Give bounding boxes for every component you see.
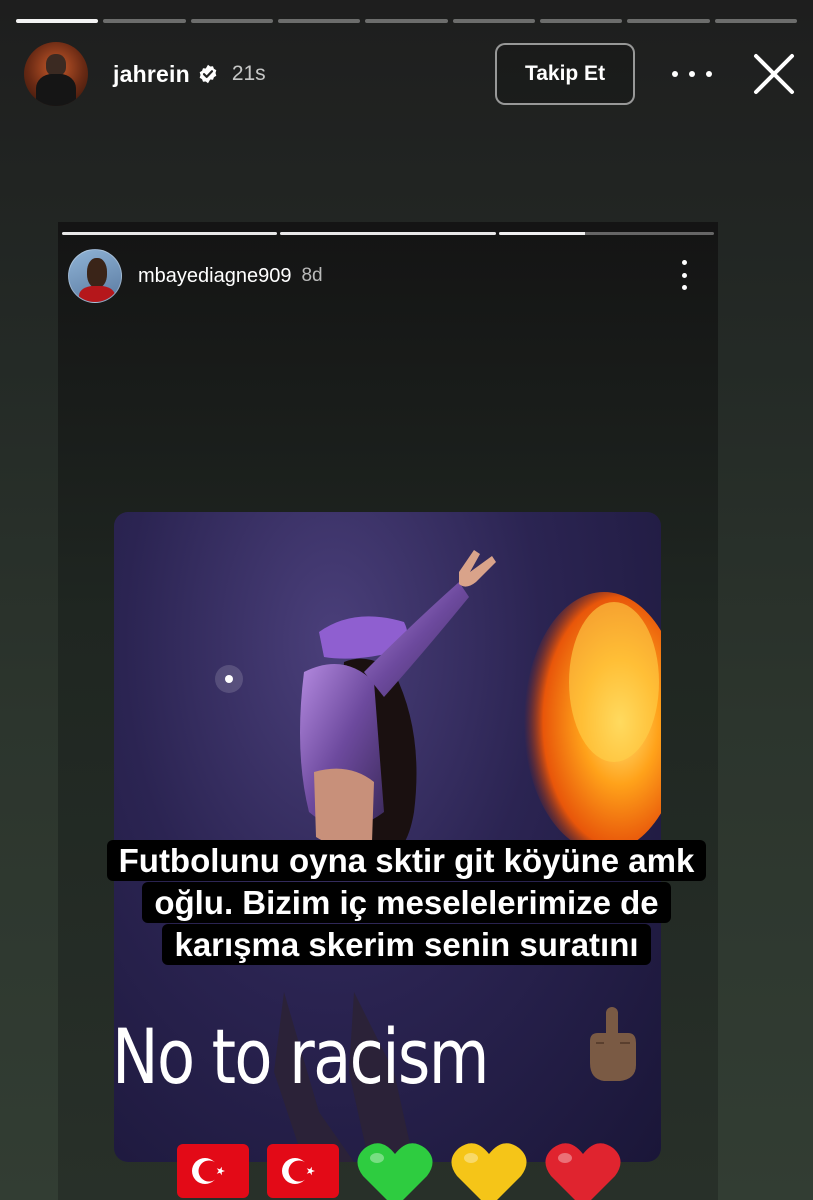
avatar[interactable]	[68, 249, 122, 303]
progress-segment	[190, 19, 273, 23]
turkey-flag-emoji	[177, 1144, 249, 1198]
progress-segment	[627, 19, 710, 23]
reshared-progress-bar	[62, 232, 714, 235]
progress-segment	[365, 19, 448, 23]
story-header: jahrein 21s Takip Et	[24, 40, 795, 108]
caption-line: oğlu. Bizim iç meselelerimize de	[142, 881, 671, 923]
username[interactable]: jahrein	[113, 61, 190, 88]
progress-segment	[103, 19, 186, 23]
green-heart-emoji	[357, 1143, 433, 1200]
yellow-heart-emoji	[451, 1143, 527, 1200]
reshared-header: mbayediagne909 8d	[68, 248, 708, 304]
progress-segment	[277, 19, 361, 23]
reshared-time: 8d	[301, 265, 323, 286]
avatar[interactable]	[24, 42, 88, 106]
red-heart-emoji	[545, 1143, 621, 1200]
middle-finger-emoji	[582, 1003, 642, 1083]
progress-segment	[280, 232, 496, 235]
progress-segment	[452, 19, 535, 23]
caption-line: Futbolunu oyna sktir git köyüne amk	[106, 840, 707, 881]
caption-line: karışma skerim senin suratını	[162, 923, 651, 965]
progress-segment	[16, 19, 99, 23]
reshared-username[interactable]: mbayediagne909	[138, 265, 291, 288]
more-horizontal-icon[interactable]	[672, 60, 712, 88]
progress-segment	[539, 19, 623, 23]
progress-segment	[62, 232, 278, 235]
story-caption: Futbolunu oyna sktir git köyüne amk oğlu…	[40, 840, 773, 966]
emoji-stickers	[175, 1138, 623, 1200]
close-icon[interactable]	[752, 52, 796, 96]
text-overlay: No to racism	[112, 1012, 489, 1101]
progress-segment	[714, 19, 797, 23]
verified-badge-icon	[198, 64, 218, 84]
more-vertical-icon[interactable]	[680, 260, 688, 290]
post-time: 21s	[231, 62, 266, 85]
turkey-flag-emoji	[267, 1144, 339, 1198]
progress-segment	[498, 232, 714, 235]
follow-button[interactable]: Takip Et	[495, 43, 635, 105]
story-progress-bar	[16, 19, 797, 23]
